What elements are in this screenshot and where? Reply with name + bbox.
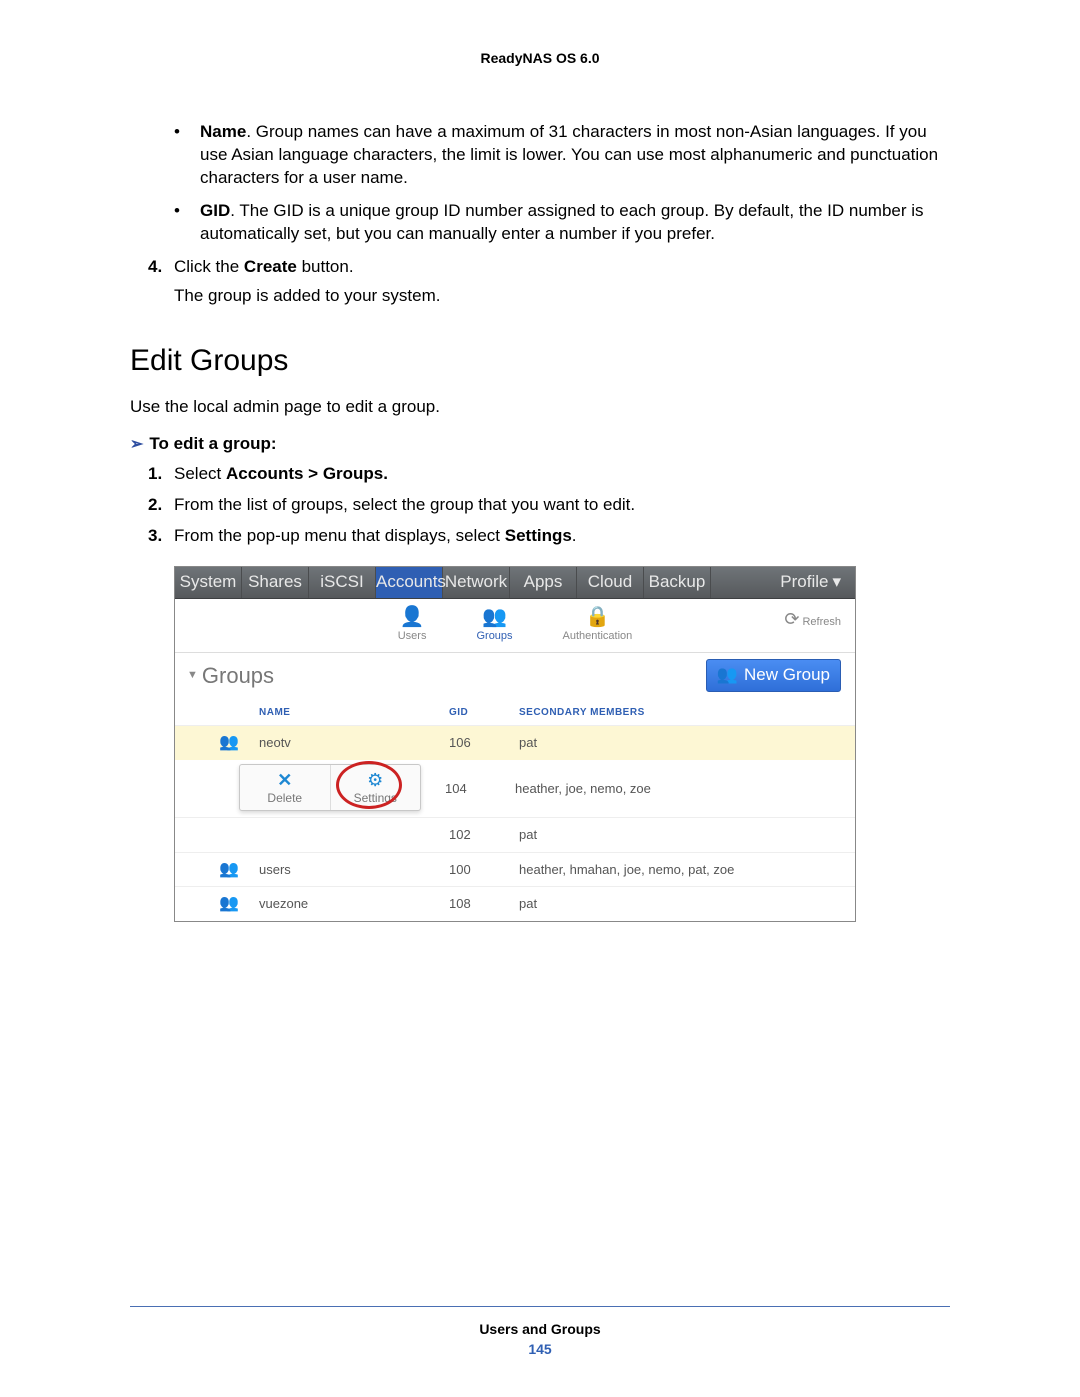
bullet-gid-lead: GID [200, 201, 230, 220]
step-1-num: 1. [148, 463, 174, 486]
accounts-toolbar: 👤 Users 👥 Groups 🔒 Authentication ⟳ Refr… [175, 599, 855, 653]
lock-icon: 🔒 [563, 607, 633, 627]
cell-members: heather, joe, nemo, zoe [515, 760, 855, 818]
tab-network[interactable]: Network [443, 567, 510, 598]
topnav: System Shares iSCSI Accounts Network App… [175, 567, 855, 599]
step-3: 3. From the pop-up menu that displays, s… [148, 525, 950, 548]
procedure-title: To edit a group: [149, 434, 276, 453]
new-group-button[interactable]: 👥 New Group [706, 659, 841, 692]
tab-apps[interactable]: Apps [510, 567, 577, 598]
step-4-pre: Click the [174, 257, 244, 276]
step-1: 1. Select Accounts > Groups. [148, 463, 950, 486]
step-3-bold: Settings [505, 526, 572, 545]
step-4-post: button. [297, 257, 354, 276]
row-popup: ✕ Delete ⚙ Settings [239, 764, 421, 811]
section-intro: Use the local admin page to edit a group… [130, 396, 950, 419]
popup-settings[interactable]: ⚙ Settings [330, 765, 421, 810]
toolbar-groups-label: Groups [476, 630, 512, 642]
groups-title: Groups [202, 661, 274, 691]
gear-icon: ⚙ [331, 771, 421, 789]
bullet-gid-text: . The GID is a unique group ID number as… [200, 201, 924, 243]
bullet-name-lead: Name [200, 122, 246, 141]
tab-accounts[interactable]: Accounts [376, 567, 443, 598]
popup-delete[interactable]: ✕ Delete [240, 765, 330, 810]
groups-header: ▼ Groups 👥 New Group [175, 653, 855, 700]
cell-name: vuezone [255, 887, 445, 921]
group-row-icon: 👥 [219, 735, 239, 751]
step-3-num: 3. [148, 525, 174, 548]
plus-group-icon: 👥 [717, 664, 738, 687]
cell-members: pat [515, 887, 855, 921]
refresh-label: Refresh [802, 616, 841, 628]
group-row-icon: 👥 [219, 896, 239, 912]
popup-settings-label: Settings [354, 791, 397, 805]
cell-members: pat [515, 726, 855, 760]
cell-gid: 102 [445, 818, 515, 853]
toolbar-users[interactable]: 👤 Users [398, 607, 427, 644]
cell-members: pat [515, 818, 855, 853]
delete-icon: ✕ [240, 771, 330, 789]
page-footer: Users and Groups 145 [0, 1306, 1080, 1357]
refresh-button[interactable]: ⟳ Refresh [784, 607, 841, 631]
cell-gid: 104 [445, 760, 515, 818]
bullet-gid: GID. The GID is a unique group ID number… [170, 200, 950, 246]
toolbar-groups[interactable]: 👥 Groups [476, 607, 512, 644]
tab-shares[interactable]: Shares [242, 567, 309, 598]
footer-section: Users and Groups [0, 1321, 1080, 1337]
tab-iscsi[interactable]: iSCSI [309, 567, 376, 598]
group-icon: 👥 [476, 607, 512, 627]
step-1-pre: Select [174, 464, 226, 483]
bullet-name-text: . Group names can have a maximum of 31 c… [200, 122, 938, 187]
toolbar-auth[interactable]: 🔒 Authentication [563, 607, 633, 644]
table-row[interactable]: 👥 neotv 106 pat [175, 726, 855, 760]
step-2: 2. From the list of groups, select the g… [148, 494, 950, 517]
step-3-pre: From the pop-up menu that displays, sele… [174, 526, 505, 545]
procedure-heading: ➢ To edit a group: [130, 433, 950, 456]
col-gid[interactable]: GID [445, 700, 515, 726]
new-group-label: New Group [744, 664, 830, 687]
refresh-icon: ⟳ [784, 609, 799, 629]
group-row-icon: 👥 [219, 862, 239, 878]
chevron-down-icon: ▾ [832, 571, 841, 594]
table-header-row: Name GID Secondary Members [175, 700, 855, 726]
table-row[interactable]: 102 pat [175, 818, 855, 853]
step-2-num: 2. [148, 494, 174, 517]
step-4-result: The group is added to your system. [174, 285, 950, 308]
toolbar-users-label: Users [398, 630, 427, 642]
profile-menu[interactable]: Profile ▾ [766, 567, 855, 598]
cell-gid: 106 [445, 726, 515, 760]
page-header: ReadyNAS OS 6.0 [130, 50, 950, 66]
popup-delete-label: Delete [267, 791, 302, 805]
cell-gid: 100 [445, 852, 515, 887]
tab-system[interactable]: System [175, 567, 242, 598]
cell-name: users [255, 852, 445, 887]
step-1-bold: Accounts > Groups. [226, 464, 388, 483]
profile-label: Profile [780, 571, 828, 594]
col-members[interactable]: Secondary Members [515, 700, 855, 726]
step-4-num: 4. [148, 256, 174, 279]
step-4-bold: Create [244, 257, 297, 276]
tab-backup[interactable]: Backup [644, 567, 711, 598]
step-3-post: . [572, 526, 577, 545]
tab-cloud[interactable]: Cloud [577, 567, 644, 598]
admin-screenshot: System Shares iSCSI Accounts Network App… [174, 566, 856, 922]
collapse-icon[interactable]: ▼ [187, 668, 198, 683]
table-row[interactable]: 👥 vuezone 108 pat [175, 887, 855, 921]
col-name[interactable]: Name [255, 700, 445, 726]
bullet-name: Name. Group names can have a maximum of … [170, 121, 950, 190]
user-icon: 👤 [398, 607, 427, 627]
caret-icon: ➢ [130, 436, 143, 453]
cell-gid: 108 [445, 887, 515, 921]
section-heading: Edit Groups [130, 344, 950, 378]
cell-name: neotv [255, 726, 445, 760]
cell-members: heather, hmahan, joe, nemo, pat, zoe [515, 852, 855, 887]
toolbar-auth-label: Authentication [563, 630, 633, 642]
step-2-text: From the list of groups, select the grou… [174, 494, 950, 517]
step-4: 4. Click the Create button. [148, 256, 950, 279]
groups-table: Name GID Secondary Members 👥 neotv 106 p… [175, 700, 855, 921]
table-row[interactable]: ✕ Delete ⚙ Settings 104 heather, joe, ne… [175, 760, 855, 818]
footer-page: 145 [0, 1341, 1080, 1357]
table-row[interactable]: 👥 users 100 heather, hmahan, joe, nemo, … [175, 852, 855, 887]
